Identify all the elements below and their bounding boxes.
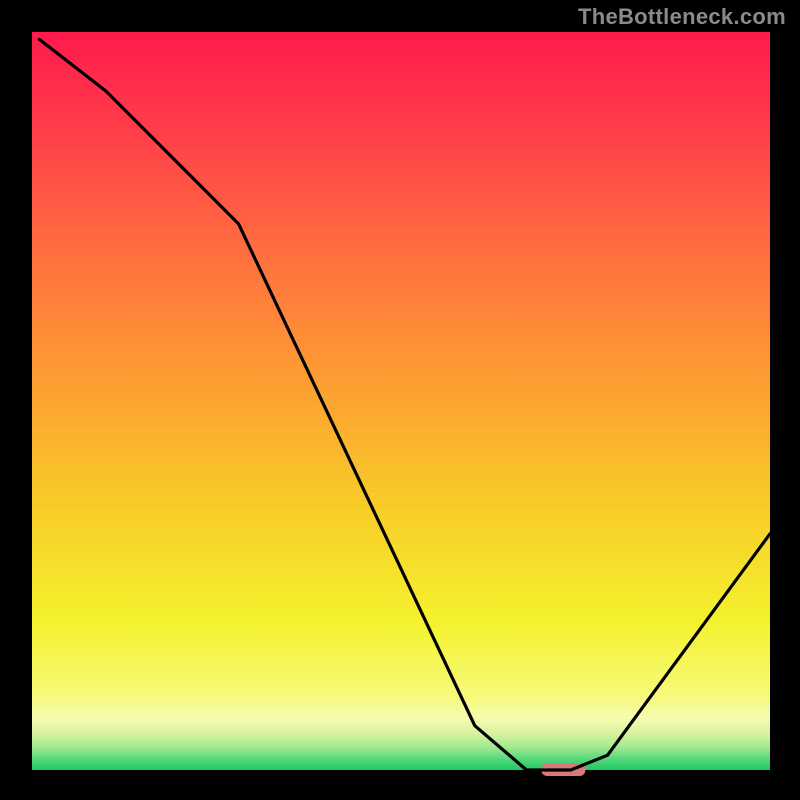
gradient-background bbox=[32, 32, 770, 770]
chart-frame: TheBottleneck.com bbox=[0, 0, 800, 800]
bottleneck-chart bbox=[0, 0, 800, 800]
